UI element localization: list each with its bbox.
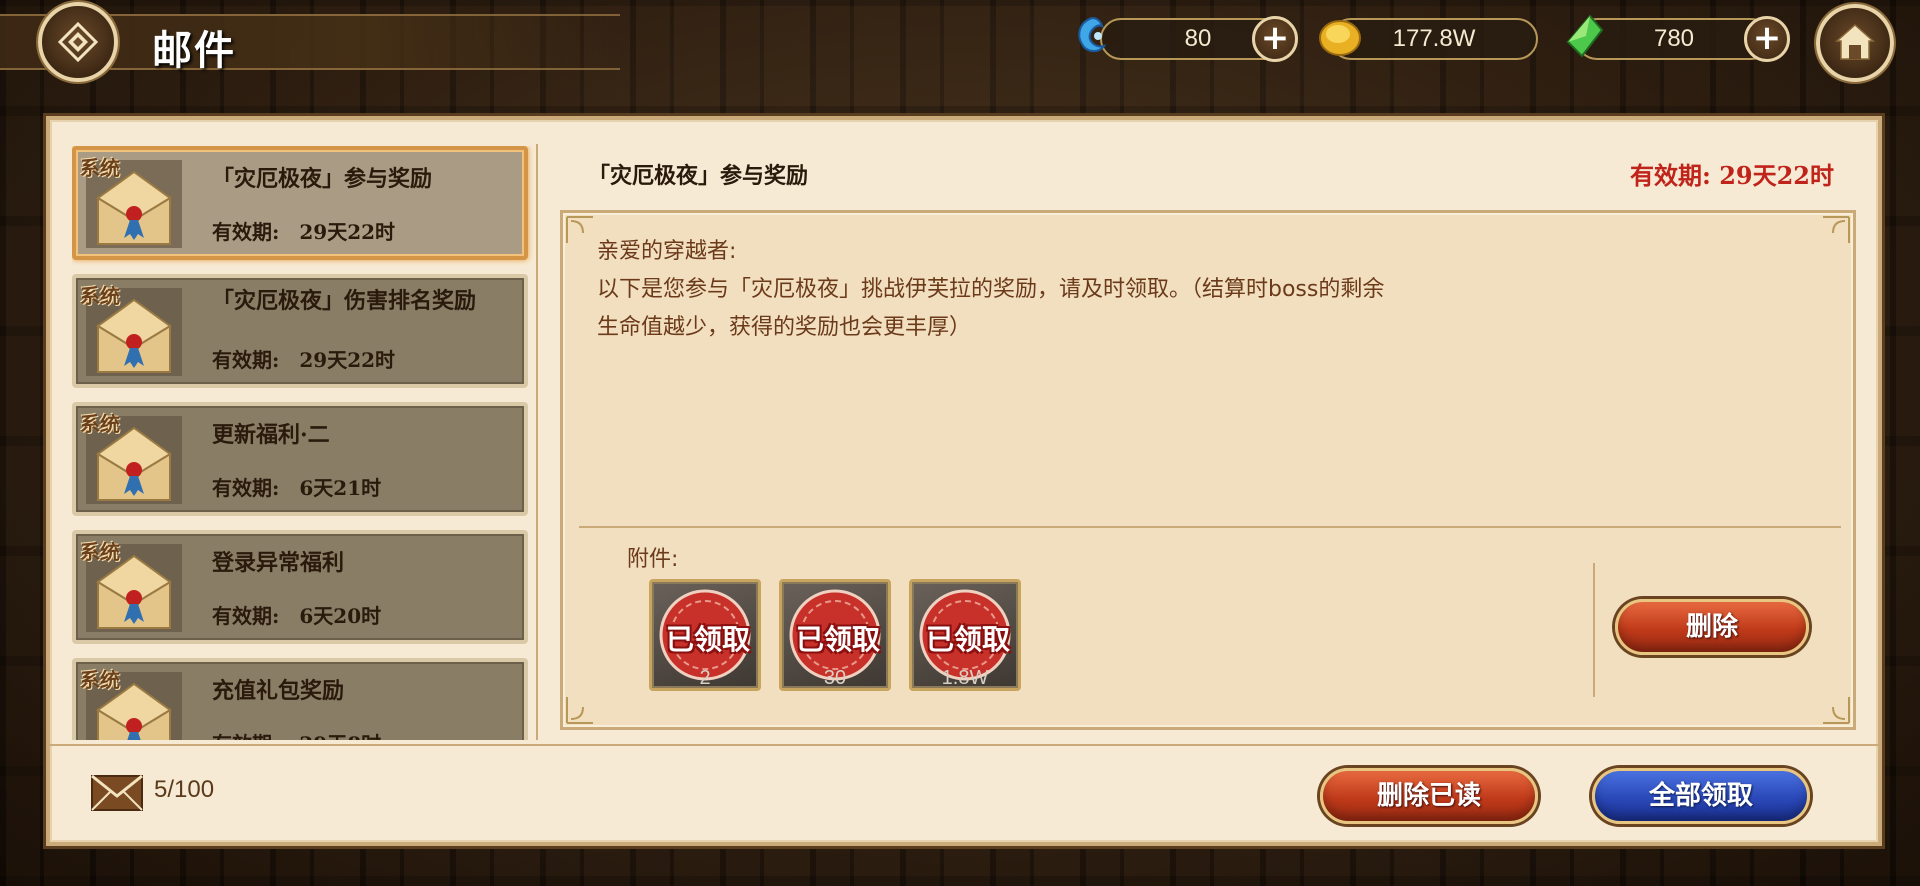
attachment-quantity: 1.8W [941, 667, 989, 689]
page-title: 邮件 [152, 28, 236, 74]
attachment-item[interactable]: 已领取 30 [779, 579, 891, 691]
mail-body: 亲爱的穿越者: 以下是您参与「灾厄极夜」挑战伊芙拉的奖励，请及时领取。（结算时b… [597, 233, 1497, 347]
mail-detail-title: 「灾厄极夜」参与奖励 [588, 163, 809, 189]
delete-read-button[interactable]: 删除已读 [1320, 768, 1538, 824]
mail-letter: 亲爱的穿越者: 以下是您参与「灾厄极夜」挑战伊芙拉的奖励，请及时领取。（结算时b… [560, 210, 1856, 730]
attachment-separator [579, 526, 1841, 528]
claimed-label: 已领取 [925, 623, 1010, 656]
mail-list-item-title: 充值礼包奖励 [212, 678, 345, 704]
attachment-item[interactable]: 已领取 2 [649, 579, 761, 691]
claimed-label: 已领取 [795, 623, 880, 656]
mail-panel: 系统 「灾厄极夜」参与奖励 有效期: 29天22时 系统 「灾厄极夜」伤害排名奖励… [46, 116, 1882, 846]
gold-coin-icon [1319, 20, 1361, 56]
mail-greeting: 亲爱的穿越者: [597, 239, 737, 264]
expiry-label: 有效期: [212, 348, 280, 372]
mail-list-item-expiry: 有效期: 6天20时 [212, 600, 381, 629]
mail-list-item[interactable]: 系统 更新福利·二 有效期: 6天21时 [72, 402, 528, 516]
mail-list[interactable]: 系统 「灾厄极夜」参与奖励 有效期: 29天22时 系统 「灾厄极夜」伤害排名奖励… [72, 146, 534, 740]
mail-system-tag: 系统 [80, 668, 120, 692]
mail-list-item[interactable]: 系统 「灾厄极夜」伤害排名奖励 有效期: 29天22时 [72, 274, 528, 388]
delete-button[interactable]: 删除 [1615, 599, 1809, 655]
mail-list-item-title: 「灾厄极夜」伤害排名奖励 [212, 288, 477, 314]
home-icon [1835, 23, 1875, 60]
expiry-value: 6天20时 [299, 604, 382, 628]
attachment-quantity: 30 [823, 667, 847, 689]
corner-ornament [1823, 697, 1850, 724]
blue-gem-value: 80 [1184, 25, 1212, 52]
gold-value: 177.8W [1392, 25, 1476, 52]
mail-count: 5/100 [154, 776, 215, 803]
mail-system-tag: 系统 [80, 156, 120, 180]
green-crystal-plus-button[interactable]: + [1744, 16, 1790, 62]
mail-list-item-expiry: 有效期: 29天22时 [212, 344, 395, 373]
back-diamond-icon [57, 21, 99, 63]
top-bar: 邮件 80 + 177.8W 780 + [0, 0, 1920, 82]
claimed-label: 已领取 [665, 623, 750, 656]
attachments-label: 附件: [627, 547, 679, 572]
green-crystal-value: 780 [1653, 25, 1695, 52]
corner-ornament [566, 697, 593, 724]
mail-list-item-expiry: 有效期: 6天21时 [212, 472, 381, 501]
attachment-item[interactable]: 已领取 1.8W [909, 579, 1021, 691]
attachment-quantity: 2 [699, 667, 711, 689]
blue-gem-icon [1078, 16, 1107, 52]
mail-list-item-title: 「灾厄极夜」参与奖励 [212, 166, 433, 192]
expiry-value: 6天21时 [299, 476, 382, 500]
button-separator [1593, 563, 1595, 697]
expiry-label: 有效期: [212, 220, 280, 244]
mail-list-item-expiry: 有效期: 29天8时 [212, 728, 381, 740]
footer-separator [50, 744, 1878, 746]
mail-body-line: 生命值越少，获得的奖励也会更丰厚） [597, 315, 972, 340]
mail-list-item[interactable]: 系统 「灾厄极夜」参与奖励 有效期: 29天22时 [72, 146, 528, 260]
home-button[interactable] [1816, 4, 1894, 82]
mail-list-item-expiry: 有效期: 29天22时 [212, 216, 395, 245]
green-crystal-icon [1566, 14, 1604, 58]
mail-icon [91, 774, 143, 811]
back-button[interactable] [38, 2, 118, 82]
expiry-value: 29天22时 [299, 220, 396, 244]
corner-ornament [566, 216, 593, 243]
mail-list-item[interactable]: 系统 充值礼包奖励 有效期: 29天8时 [72, 658, 528, 740]
mail-detail-expiry: 有效期: 29天22时 [1629, 161, 1834, 190]
expiry-value: 29天8时 [299, 732, 381, 740]
mail-list-item-title: 更新福利·二 [212, 422, 330, 448]
mail-list-item-title: 登录异常福利 [212, 550, 345, 576]
mail-system-tag: 系统 [80, 284, 120, 308]
corner-ornament [1823, 216, 1850, 243]
expiry-label: 有效期: [212, 476, 280, 500]
mail-system-tag: 系统 [80, 412, 120, 436]
claim-all-button[interactable]: 全部领取 [1592, 768, 1810, 824]
expiry-value: 29天22时 [299, 348, 396, 372]
expiry-label: 有效期: [212, 604, 280, 628]
expiry-label: 有效期: [212, 732, 279, 740]
blue-gem-plus-button[interactable]: + [1252, 16, 1298, 62]
mail-system-tag: 系统 [80, 540, 120, 564]
list-divider [536, 144, 538, 740]
mail-body-line: 以下是您参与「灾厄极夜」挑战伊芙拉的奖励，请及时领取。（结算时boss的剩余 [597, 277, 1385, 302]
mail-list-item[interactable]: 系统 登录异常福利 有效期: 6天20时 [72, 530, 528, 644]
